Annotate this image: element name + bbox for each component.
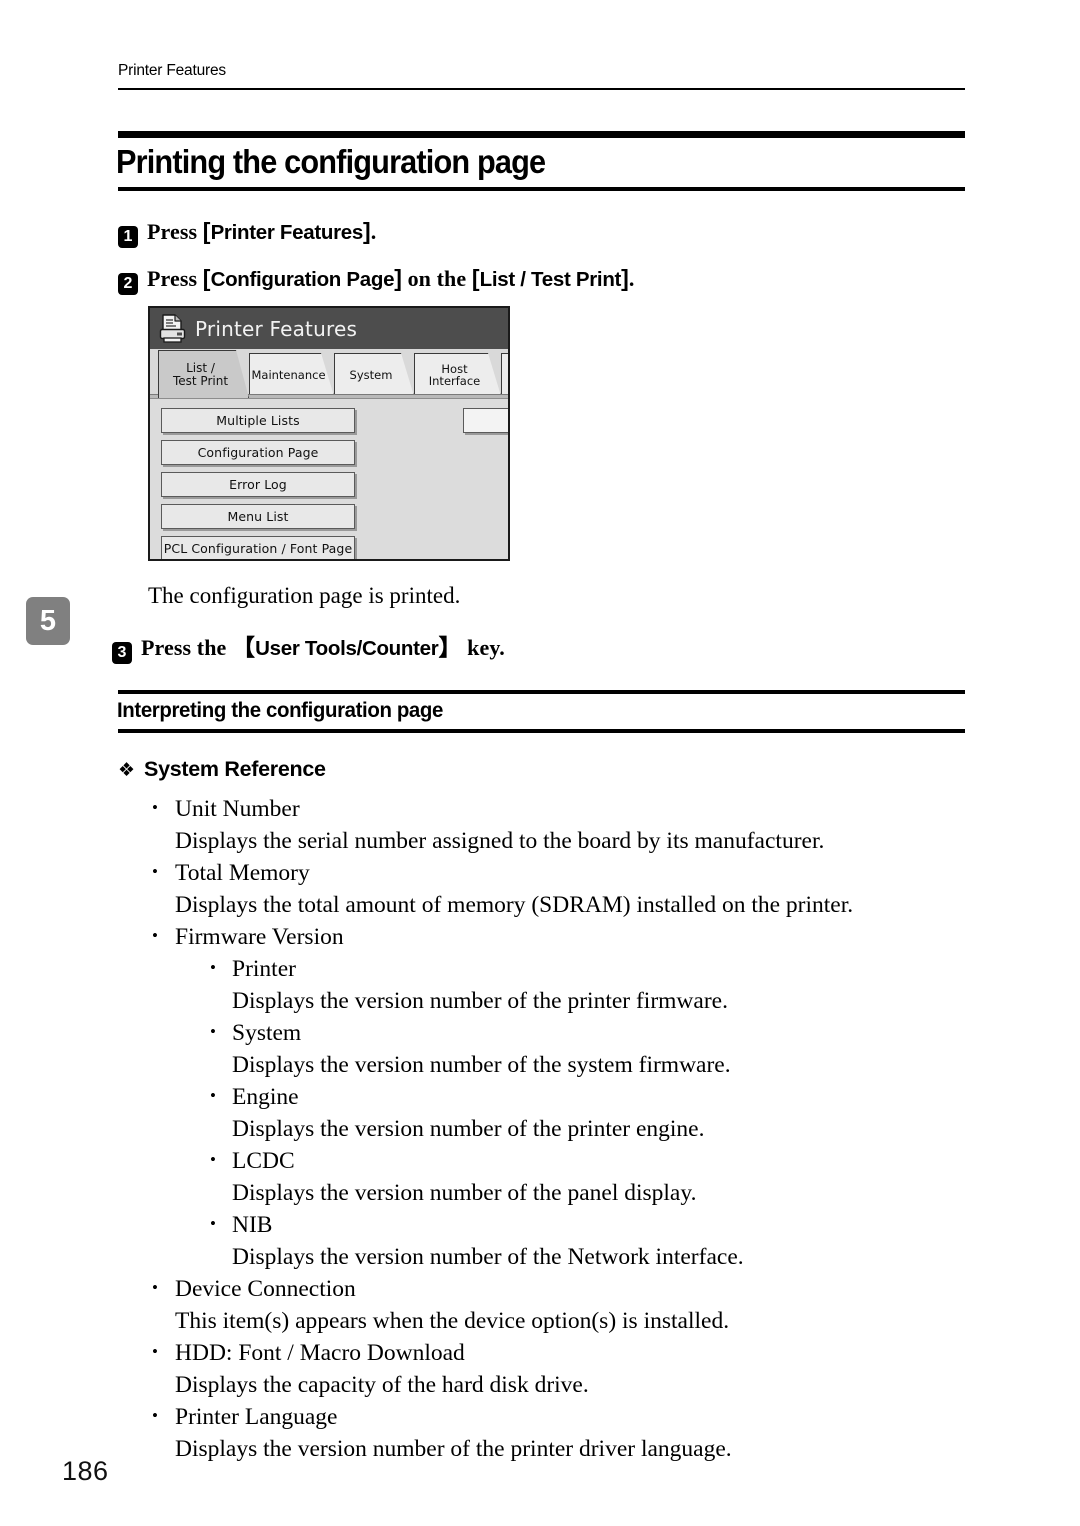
system-reference-list: Unit Number Displays the serial number a… — [150, 792, 980, 1465]
h2-rule-top — [118, 690, 965, 694]
step-2: 2 Press [Configuration Page] on the [Lis… — [118, 265, 634, 295]
list-item-desc: Displays the serial number assigned to t… — [175, 828, 825, 854]
list-item-desc: Displays the version number of the syste… — [232, 1052, 731, 1078]
lcd-button-menu-list[interactable]: Menu List — [161, 504, 355, 529]
step-1-pre: Press — [147, 219, 203, 244]
list-item-desc: Displays the version number of the print… — [175, 1436, 732, 1462]
step-1-bracket-close: ] — [363, 218, 371, 244]
lcd-titlebar: Printer Features — [150, 308, 508, 349]
list-item-term: Firmware Version — [150, 920, 980, 953]
floret-icon: ❖ — [118, 759, 136, 781]
chapter-tab: 5 — [26, 597, 70, 645]
nested-list: Printer Displays the version number of t… — [150, 952, 980, 1273]
lcd-tab-list-test-print[interactable]: List / Test Print — [158, 350, 249, 398]
list-item-desc: Displays the version number of the Netwo… — [232, 1244, 744, 1270]
step-3-label: User Tools/Counter — [255, 637, 439, 660]
lcd-button-blank-top-right[interactable] — [463, 408, 508, 433]
lcd-tab-system[interactable]: System — [334, 353, 414, 396]
lcd-body: Multiple Lists Configuration Page Error … — [150, 399, 508, 559]
list-item: System Displays the version number of th… — [207, 1016, 980, 1081]
chapter-tab-number: 5 — [39, 604, 57, 637]
step-2-mid: on the — [401, 266, 472, 291]
system-reference-heading: ❖ System Reference — [118, 757, 326, 782]
list-item: LCDC Displays the version number of the … — [207, 1144, 980, 1209]
list-item: HDD: Font / Macro Download Displays the … — [150, 1336, 980, 1401]
step-3-bracket-close: 】 — [438, 634, 462, 660]
list-item: Device Connection This item(s) appears w… — [150, 1272, 980, 1337]
system-reference-label: System Reference — [144, 757, 326, 781]
step-3: 3 Press the 【User Tools/Counter】 key. — [112, 628, 505, 664]
lcd-button-error-log[interactable]: Error Log — [161, 472, 355, 497]
lcd-button-configuration-page[interactable]: Configuration Page — [161, 440, 355, 465]
step-3-post: key. — [461, 635, 505, 660]
list-item-term: HDD: Font / Macro Download — [150, 1336, 980, 1369]
page-number: 186 — [62, 1456, 109, 1486]
step-1: 1 Press [Printer Features]. — [118, 218, 376, 248]
list-item-term: Printer — [207, 952, 980, 985]
h1-rule-bottom — [118, 187, 965, 191]
list-item-term: NIB — [207, 1208, 980, 1241]
lcd-tab-next-clipped[interactable] — [501, 353, 510, 396]
page-title: Printing the configuration page — [116, 143, 546, 180]
lcd-tab-maintenance[interactable]: Maintenance — [249, 353, 334, 396]
list-item-term: Device Connection — [150, 1272, 980, 1305]
list-item-term: Printer Language — [150, 1400, 980, 1433]
running-header: Printer Features — [118, 62, 226, 79]
lcd-tab-list-test-print-label: List / Test Print — [172, 361, 229, 388]
step-1-post: . — [370, 219, 377, 244]
result-line: The configuration page is printed. — [148, 583, 461, 608]
step-1-label: Printer Features — [210, 221, 364, 244]
list-item-desc: Displays the total amount of memory (SDR… — [175, 892, 854, 918]
lcd-panel-illustration: Printer Features List / Test Print Mainte… — [148, 306, 510, 561]
h2-rule-bottom — [118, 729, 965, 733]
step-2-text: Press [Configuration Page] on the [List … — [147, 265, 634, 292]
lcd-tab-host-interface-label: Host Interface — [428, 361, 481, 388]
subsection-title: Interpreting the configuration page — [117, 698, 443, 722]
list-item-term: Unit Number — [150, 792, 980, 825]
list-item-desc: Displays the version number of the panel… — [232, 1180, 697, 1206]
list-item-term: Engine — [207, 1080, 980, 1113]
list-item-desc: Displays the version number of the print… — [232, 1116, 705, 1142]
step-3-number: 3 — [112, 642, 132, 664]
list-item-term: Total Memory — [150, 856, 980, 889]
step-2-pre: Press — [147, 266, 203, 291]
list-item: Total Memory Displays the total amount o… — [150, 856, 980, 921]
lcd-tab-system-label: System — [349, 367, 393, 382]
list-item: Engine Displays the version number of th… — [207, 1080, 980, 1145]
step-1-text: Press [Printer Features]. — [147, 218, 376, 245]
list-item-desc: Displays the version number of the print… — [232, 988, 728, 1014]
step-2-bracket-close-2: ] — [621, 265, 629, 291]
printer-icon — [159, 314, 186, 343]
list-item: NIB Displays the version number of the N… — [207, 1208, 980, 1273]
lcd-tab-row: List / Test Print Maintenance System Host… — [150, 349, 508, 396]
list-item: Printer Language Displays the version nu… — [150, 1400, 980, 1465]
list-item-term: System — [207, 1016, 980, 1049]
list-item-desc: Displays the capacity of the hard disk d… — [175, 1372, 589, 1398]
lcd-title: Printer Features — [195, 316, 358, 341]
header-rule — [118, 88, 965, 90]
step-1-number: 1 — [118, 226, 138, 248]
lcd-button-multiple-lists[interactable]: Multiple Lists — [161, 408, 355, 433]
lcd-button-pcl-configuration-font-page[interactable]: PCL Configuration / Font Page — [161, 536, 355, 559]
lcd-tab-maintenance-label: Maintenance — [251, 367, 326, 382]
step-2-bracket-open-2: [ — [471, 265, 480, 291]
step-2-label-2: List / Test Print — [479, 268, 622, 291]
step-3-text: Press the 【User Tools/Counter】 key. — [141, 628, 505, 662]
lcd-tab-host-interface[interactable]: Host Interface — [414, 353, 501, 396]
step-1-bracket-open: [ — [202, 218, 211, 244]
list-item: Printer Displays the version number of t… — [207, 952, 980, 1017]
list-item: Firmware Version Printer Displays the ve… — [150, 920, 980, 1273]
step-2-label: Configuration Page — [210, 268, 395, 291]
step-2-number: 2 — [118, 273, 138, 295]
step-3-bracket-open: 【 — [232, 634, 256, 660]
step-2-bracket-close: ] — [394, 265, 402, 291]
list-item-desc: This item(s) appears when the device opt… — [175, 1308, 730, 1334]
step-2-bracket-open: [ — [202, 265, 211, 291]
list-item-term: LCDC — [207, 1144, 980, 1177]
step-3-pre: Press the — [141, 635, 233, 660]
h1-rule-top — [118, 131, 965, 138]
list-item: Unit Number Displays the serial number a… — [150, 792, 980, 857]
step-2-post: . — [628, 266, 635, 291]
